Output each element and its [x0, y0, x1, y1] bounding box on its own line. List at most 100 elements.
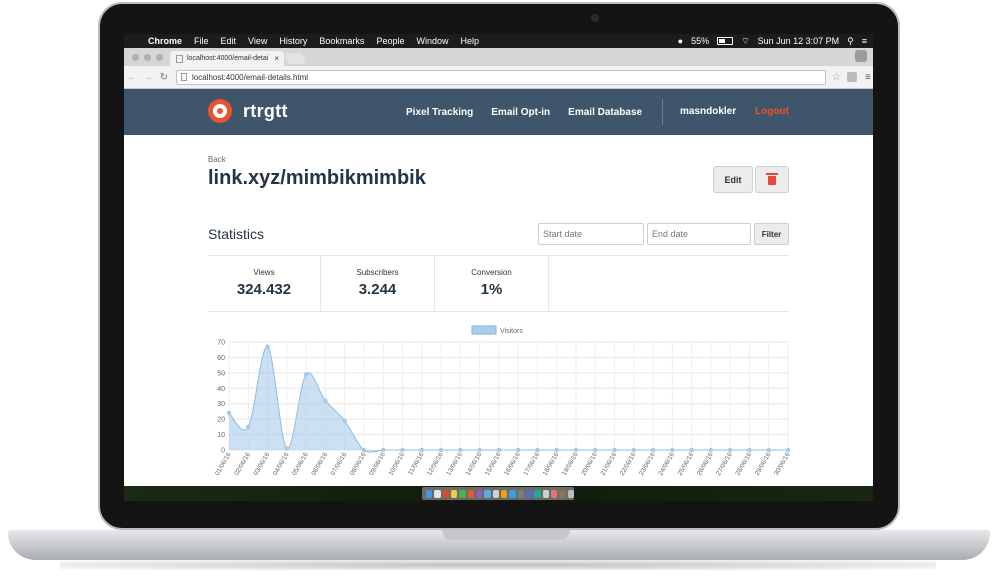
page-info-icon[interactable] [181, 73, 187, 81]
dock-app-icon[interactable] [517, 489, 524, 498]
trash-icon [766, 173, 778, 185]
reload-icon[interactable]: ↻ [156, 72, 172, 83]
back-link[interactable]: Back [208, 155, 226, 164]
dock-app-icon[interactable] [550, 489, 558, 498]
dock-app-icon[interactable] [459, 489, 466, 498]
dock-app-icon[interactable] [467, 489, 474, 498]
close-window-button[interactable] [132, 54, 139, 61]
nav-email-database[interactable]: Email Database [568, 107, 642, 118]
target-logo-icon[interactable] [208, 99, 232, 123]
dock-app-icon[interactable] [492, 489, 499, 498]
x-tick-label: 23/06/16 [638, 451, 657, 477]
menu-help[interactable]: Help [454, 36, 485, 46]
dock-app-icon[interactable] [542, 489, 549, 498]
menu-clock[interactable]: Sun Jun 12 3:07 PM [758, 36, 840, 46]
y-tick-label: 30 [217, 401, 225, 408]
menu-window[interactable]: Window [410, 36, 454, 46]
notification-center-icon[interactable]: ≡ [862, 36, 867, 46]
y-tick-label: 70 [217, 340, 225, 347]
dock-app-icon[interactable] [500, 489, 508, 498]
start-date-input[interactable] [538, 223, 644, 245]
bookmark-star-icon[interactable]: ☆ [832, 72, 841, 83]
profile-icon[interactable] [855, 50, 867, 62]
y-tick-label: 40 [217, 386, 225, 393]
dock-app-icon[interactable] [567, 489, 574, 498]
x-tick-label: 04/06/16 [272, 451, 291, 477]
stat-subscribers: Subscribers 3.244 [321, 256, 435, 311]
forward-arrow-icon[interactable]: → [140, 72, 156, 83]
dock-app-icon[interactable] [559, 489, 566, 498]
menu-edit[interactable]: Edit [215, 36, 243, 46]
legend-label: Visitors [500, 328, 523, 335]
data-point [265, 344, 270, 349]
record-icon[interactable]: ● [678, 36, 683, 46]
battery-icon[interactable] [717, 37, 734, 45]
address-url: localhost:4000/email-details.html [192, 72, 309, 82]
data-point [554, 447, 559, 453]
dock-app-icon[interactable] [525, 489, 533, 498]
dock-app-icon[interactable] [475, 489, 483, 498]
browser-tab[interactable]: localhost:4000/email-detai × [170, 51, 284, 66]
edit-button[interactable]: Edit [713, 166, 753, 193]
menu-view[interactable]: View [242, 36, 273, 46]
data-point [246, 424, 251, 429]
x-tick-label: 11/06/16 [407, 451, 426, 476]
menu-history[interactable]: History [273, 36, 313, 46]
menu-people[interactable]: People [370, 36, 410, 46]
x-tick-label: 19/06/16 [561, 451, 580, 477]
stat-views-label: Views [253, 268, 275, 277]
close-tab-icon[interactable]: × [274, 54, 279, 63]
x-tick-label: 01/06/16 [214, 451, 233, 477]
logout-link[interactable]: Logout [755, 106, 789, 117]
dock-app-icon[interactable] [484, 489, 491, 498]
data-point [226, 410, 232, 416]
data-point [573, 447, 579, 453]
dock-app-icon[interactable] [426, 489, 433, 498]
zoom-window-button[interactable] [156, 54, 163, 61]
dock [422, 487, 574, 500]
screen: Chrome File Edit View History Bookmarks … [124, 34, 873, 501]
tab-title: localhost:4000/email-detai [187, 55, 269, 62]
chrome-menu-icon[interactable]: ≡ [865, 72, 871, 83]
spotlight-icon[interactable]: ⚲ [847, 36, 854, 47]
x-tick-label: 26/06/16 [696, 451, 715, 477]
address-bar[interactable]: localhost:4000/email-details.html [176, 69, 826, 85]
new-tab-button[interactable] [283, 53, 307, 64]
camera-icon [591, 14, 599, 22]
laptop-shadow [60, 560, 936, 570]
menu-bookmarks[interactable]: Bookmarks [313, 36, 370, 46]
site-logo-text[interactable]: rtrgtt [243, 101, 288, 122]
filter-button[interactable]: Filter [754, 223, 789, 245]
data-point [593, 447, 598, 453]
data-point [458, 447, 463, 453]
stat-views-value: 324.432 [236, 281, 292, 298]
laptop-notch [442, 530, 570, 540]
battery-percent[interactable]: 55% [691, 36, 709, 46]
dock-app-icon[interactable] [442, 489, 449, 498]
nav-pixel-tracking[interactable]: Pixel Tracking [406, 107, 473, 118]
back-arrow-icon[interactable]: ← [124, 72, 140, 83]
dock-app-icon[interactable] [509, 489, 516, 498]
data-point [728, 447, 733, 453]
end-date-input[interactable] [647, 223, 751, 245]
x-tick-label: 22/06/16 [619, 451, 638, 477]
dock-app-icon[interactable] [534, 489, 541, 498]
wifi-icon[interactable]: ⌔ [741, 36, 749, 47]
x-tick-label: 25/06/16 [677, 451, 696, 477]
extension-icon[interactable] [846, 72, 857, 82]
menu-file[interactable]: File [188, 36, 215, 46]
stat-views: Views 324.432 [208, 256, 321, 311]
nav-username[interactable]: masndokler [680, 106, 736, 117]
dock-app-icon[interactable] [434, 489, 441, 498]
menu-app-name[interactable]: Chrome [142, 36, 188, 46]
x-tick-label: 05/06/16 [291, 451, 310, 477]
dock-app-icon[interactable] [450, 489, 458, 498]
x-tick-label: 17/06/16 [522, 451, 541, 477]
page-icon [176, 54, 183, 63]
y-tick-label: 50 [217, 370, 225, 377]
nav-email-opt-in[interactable]: Email Opt-in [491, 107, 550, 118]
delete-button[interactable] [755, 166, 789, 193]
data-point [361, 447, 367, 453]
minimize-window-button[interactable] [144, 54, 151, 61]
site-nav-links: Pixel Tracking Email Opt-in Email Databa… [406, 89, 642, 135]
